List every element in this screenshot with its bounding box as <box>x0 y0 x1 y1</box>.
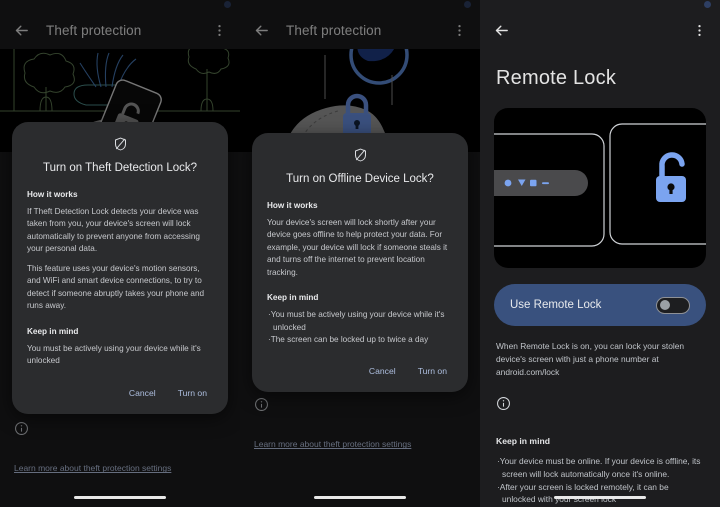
remote-lock-illustration <box>494 108 706 268</box>
keep-in-mind-bullets: ·Your device must be online. If your dev… <box>496 455 704 507</box>
learn-more-link[interactable]: Learn more about theft protection settin… <box>254 439 411 449</box>
learn-more-link[interactable]: Learn more about theft protection settin… <box>14 463 171 473</box>
turn-on-button[interactable]: Turn on <box>412 362 453 380</box>
use-remote-lock-row[interactable]: Use Remote Lock <box>494 284 706 326</box>
shield-slash-icon <box>27 136 213 152</box>
status-indicator-dot <box>224 1 231 8</box>
shield-slash-icon <box>267 147 453 163</box>
dialog-actions: Cancel Turn on <box>267 362 453 383</box>
status-bar <box>0 0 240 11</box>
dialog-how-paragraph-2: This feature uses your device's motion s… <box>27 263 205 311</box>
more-vert-icon[interactable] <box>688 19 710 41</box>
theft-detection-lock-dialog: Turn on Theft Detection Lock? How it wor… <box>12 122 228 414</box>
dialog-how-paragraph-1: If Theft Detection Lock detects your dev… <box>27 206 200 254</box>
three-panel-screenshot: Theft protection Learn more about theft … <box>0 0 720 507</box>
dialog-how-paragraph-1: Your device's screen will lock shortly a… <box>267 217 448 277</box>
dialog-how-heading: How it works <box>27 189 78 199</box>
dialog-how-heading: How it works <box>267 200 318 210</box>
more-vert-icon[interactable] <box>448 19 470 41</box>
more-vert-icon[interactable] <box>208 19 230 41</box>
navigation-pill <box>74 496 166 499</box>
keep-bullet: ·Your device must be online. If your dev… <box>497 456 701 479</box>
keep-in-mind-heading: Keep in mind <box>496 436 550 447</box>
dialog-actions: Cancel Turn on <box>27 384 213 405</box>
dialog-keep-bullets: ·You must be actively using your device … <box>267 309 453 346</box>
cancel-button[interactable]: Cancel <box>123 384 162 402</box>
page-title: Remote Lock <box>496 67 617 89</box>
info-icon[interactable] <box>254 397 466 417</box>
keep-bullet: ·After your screen is locked remotely, i… <box>497 481 669 505</box>
status-bar <box>240 0 480 11</box>
dialog-bullet: ·The screen can be locked up to twice a … <box>268 334 429 344</box>
cancel-button[interactable]: Cancel <box>363 362 402 380</box>
panel-offline-device-lock-dialog: Theft protection Ad <box>240 0 480 507</box>
use-remote-lock-label: Use Remote Lock <box>510 299 602 311</box>
info-icon[interactable] <box>496 396 720 416</box>
use-remote-lock-toggle[interactable] <box>656 296 690 314</box>
dialog-bullet-text: The screen can be locked up to twice a d… <box>270 334 429 344</box>
page-title: Theft protection <box>46 22 142 38</box>
back-arrow-icon[interactable] <box>10 19 32 41</box>
status-bar <box>480 0 720 11</box>
panel-remote-lock: Remote Lock Use Remote Lock When Remote … <box>480 0 720 507</box>
page-title: Theft protection <box>286 22 382 38</box>
toggle-knob <box>659 300 670 310</box>
info-icon[interactable] <box>14 421 226 441</box>
dialog-bullet: ·You must be actively using your device … <box>268 310 445 332</box>
status-indicator-dot <box>704 1 711 8</box>
offline-device-lock-dialog: Turn on Offline Device Lock? How it work… <box>252 133 468 393</box>
app-bar-panel2: Theft protection <box>240 11 480 49</box>
back-arrow-icon[interactable] <box>490 19 512 41</box>
keep-bullet-text: Your device must be online. If your devi… <box>499 456 701 479</box>
dialog-title: Turn on Offline Device Lock? <box>286 173 434 185</box>
dialog-keep-heading: Keep in mind <box>27 326 79 336</box>
navigation-pill <box>554 496 646 499</box>
app-bar-panel1: Theft protection <box>0 11 240 49</box>
keep-bullet-text: After your screen is locked remotely, it… <box>499 481 669 505</box>
status-indicator-dot <box>464 1 471 8</box>
remote-lock-description: When Remote Lock is on, you can lock you… <box>496 341 685 378</box>
app-bar-panel3 <box>480 11 720 49</box>
dialog-title: Turn on Theft Detection Lock? <box>42 162 198 174</box>
navigation-pill <box>314 496 406 499</box>
turn-on-button[interactable]: Turn on <box>172 384 213 402</box>
dialog-bullet-text: You must be actively using your device w… <box>270 310 445 332</box>
panel-theft-detection-lock-dialog: Theft protection Learn more about theft … <box>0 0 240 507</box>
back-arrow-icon[interactable] <box>250 19 272 41</box>
dialog-keep-paragraph-1: You must be actively using your device w… <box>27 343 201 366</box>
dialog-keep-heading: Keep in mind <box>267 293 319 303</box>
